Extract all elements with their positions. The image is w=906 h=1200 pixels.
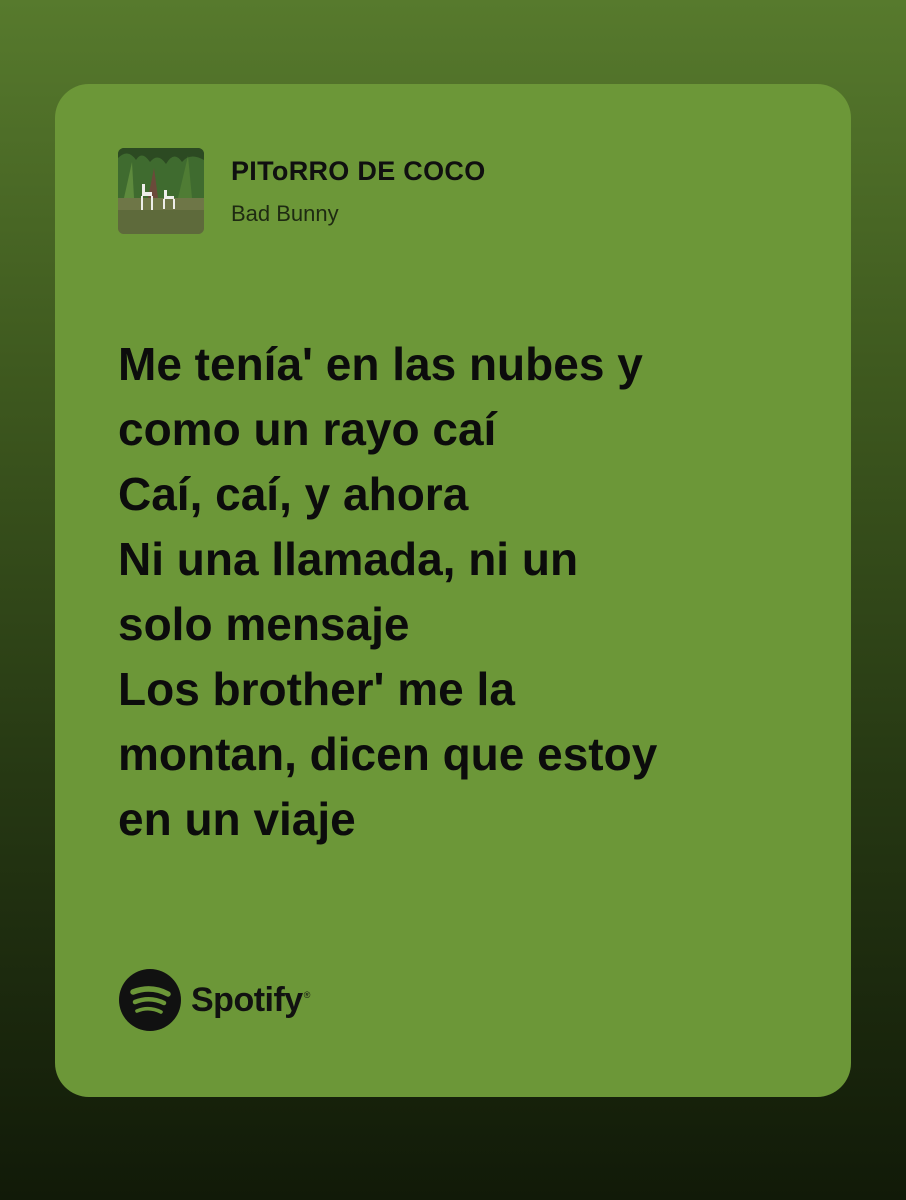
spotify-brand[interactable]: Spotify® (119, 969, 310, 1031)
lyric-line: montan, dicen que estoy (118, 728, 658, 780)
lyric-line: Ni una llamada, ni un (118, 533, 579, 585)
lyrics-share-card: PIToRRO DE COCO Bad Bunny Me tenía' en l… (55, 84, 851, 1097)
spotify-wordmark: Spotify® (191, 980, 310, 1019)
song-meta: PIToRRO DE COCO Bad Bunny (231, 156, 486, 227)
song-title: PIToRRO DE COCO (231, 155, 486, 186)
album-art-image (118, 148, 204, 234)
artist-name: Bad Bunny (231, 200, 339, 226)
lyric-line: Los brother' me la (118, 663, 515, 715)
spotify-logo-icon (119, 969, 181, 1031)
lyric-line: solo mensaje (118, 598, 410, 650)
song-header[interactable]: PIToRRO DE COCO Bad Bunny (118, 148, 486, 234)
lyric-line: como un rayo caí (118, 403, 497, 455)
lyric-line: Caí, caí, y ahora (118, 468, 469, 520)
lyrics-block: Me tenía' en las nubes y como un rayo ca… (118, 332, 818, 852)
lyric-line: Me tenía' en las nubes y (118, 338, 643, 390)
lyric-line: en un viaje (118, 793, 356, 845)
album-art-icon (118, 148, 204, 234)
